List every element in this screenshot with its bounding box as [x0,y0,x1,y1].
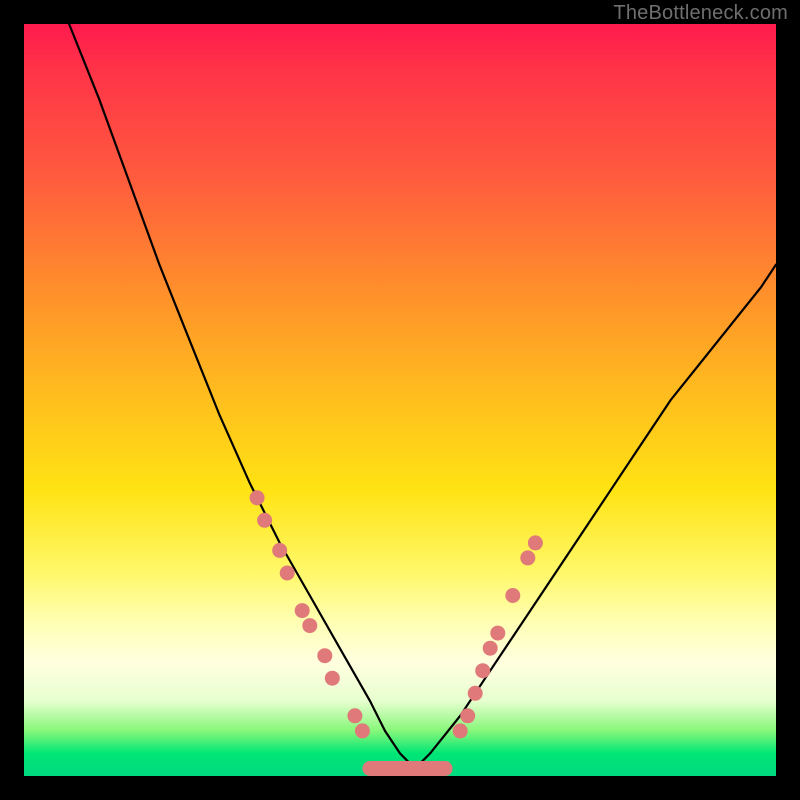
highlight-dot [528,535,543,550]
chart-frame [24,24,776,776]
highlight-dot [250,490,265,505]
bottleneck-curve [69,24,776,769]
highlight-dots [250,490,543,776]
highlight-dot [460,708,475,723]
highlight-dot [483,641,498,656]
highlight-valley [362,761,452,776]
watermark-text: TheBottleneck.com [613,2,788,25]
highlight-dot [302,618,317,633]
highlight-dot [295,603,310,618]
highlight-dot [520,550,535,565]
highlight-dot [325,671,340,686]
plot-area [24,24,776,776]
highlight-dot [475,663,490,678]
highlight-dot [355,723,370,738]
curve-layer [24,24,776,776]
highlight-dot [317,648,332,663]
highlight-dot [347,708,362,723]
highlight-dot [453,723,468,738]
highlight-dot [505,588,520,603]
highlight-dot [468,686,483,701]
highlight-dot [280,566,295,581]
highlight-dot [272,543,287,558]
highlight-dot [490,626,505,641]
highlight-dot [257,513,272,528]
